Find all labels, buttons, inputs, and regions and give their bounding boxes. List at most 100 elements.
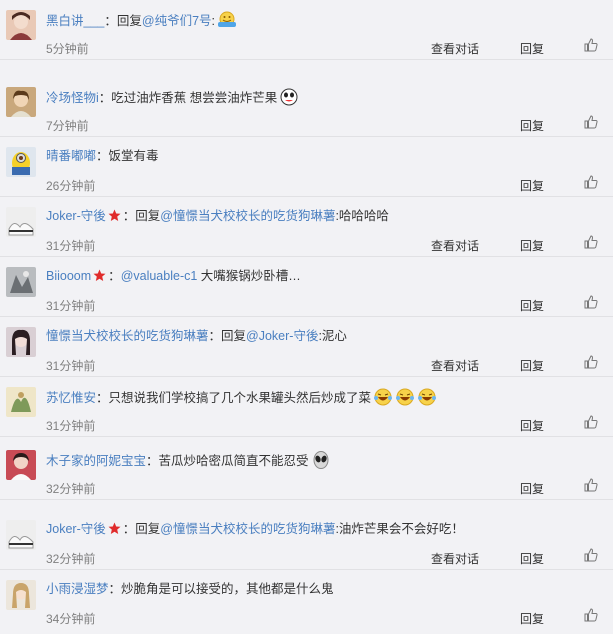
comment-body: ：苦瓜炒哈密瓜简直不能忍受 <box>146 454 309 468</box>
comment-body: ：吃过油炸香蕉 想尝尝油炸芒果 <box>98 91 278 105</box>
thumbs-up-icon[interactable] <box>584 235 598 249</box>
comment-item: Joker-守後 ：回复@憧憬当犬校校长的吃货狗琳薯:油炸芒果会不会好吃！ 32分… <box>0 510 613 570</box>
thumbs-up-icon[interactable] <box>584 355 598 369</box>
comment-item: 木子家的阿妮宝宝：苦瓜炒哈密瓜简直不能忍受 32分钟前 回复 <box>0 440 613 500</box>
comment-item: Joker-守後 ：回复@憧憬当犬校校长的吃货狗琳薯:哈哈哈哈 31分钟前 查看对… <box>0 197 613 257</box>
view-dialog-link[interactable]: 查看对话 <box>431 40 479 57</box>
mention-link[interactable]: @纯爷们7号 <box>142 14 212 28</box>
username-link[interactable]: 苏忆惟安 <box>46 391 96 405</box>
avatar[interactable] <box>6 387 36 417</box>
mention-link[interactable]: @Joker-守後 <box>246 329 318 343</box>
timestamp: 5分钟前 <box>46 42 89 56</box>
laugh-cry-emoji-icon <box>417 388 437 410</box>
avatar[interactable] <box>6 327 36 357</box>
comment-body: ：炒脆角是可以接受的，其他都是什么鬼 <box>108 582 334 596</box>
comment-text: 小雨浸湿梦：炒脆角是可以接受的，其他都是什么鬼 <box>46 581 603 597</box>
thumbs-up-icon[interactable] <box>584 548 598 562</box>
thumbs-up-icon[interactable] <box>584 38 598 52</box>
comment-text: 木子家的阿妮宝宝：苦瓜炒哈密瓜简直不能忍受 <box>46 451 603 473</box>
timestamp: 34分钟前 <box>46 612 96 626</box>
avatar[interactable] <box>6 87 36 117</box>
comment-text: 苏忆惟安：只想说我们学校搞了几个水果罐头然后炒成了菜 <box>46 388 603 410</box>
comment-body: ：饭堂有毒 <box>96 149 159 163</box>
username-link[interactable]: 晴番嘟嘟 <box>46 149 96 163</box>
star-icon <box>108 209 121 226</box>
thumbs-up-icon[interactable] <box>584 295 598 309</box>
username-link[interactable]: Joker-守後 <box>46 522 106 536</box>
comment-item: 小雨浸湿梦：炒脆角是可以接受的，其他都是什么鬼 34分钟前 回复 <box>0 570 613 630</box>
comment-text: 黑白讲___：回复@纯爷们7号: <box>46 11 603 33</box>
comment-item: 冷场怪物i：吃过油炸香蕉 想尝尝油炸芒果 7分钟前 回复 <box>0 77 613 137</box>
reply-prefix: ：回复 <box>122 209 161 223</box>
username-link[interactable]: Biiooom <box>46 269 91 283</box>
comment-body: 大嘴猴锅炒卧槽… <box>197 269 301 283</box>
reply-button[interactable]: 回复 <box>520 357 544 374</box>
reply-button[interactable]: 回复 <box>520 480 544 497</box>
comment-body: :哈哈哈哈 <box>335 209 389 223</box>
username-link[interactable]: 小雨浸湿梦 <box>46 582 109 596</box>
username-link[interactable]: 黑白讲___ <box>46 14 104 28</box>
reply-button[interactable]: 回复 <box>520 610 544 627</box>
comment-list: 黑白讲___：回复@纯爷们7号: 5分钟前 查看对话 回复 冷场怪物i：吃过油炸… <box>0 0 613 634</box>
avatar[interactable] <box>6 520 36 550</box>
timestamp: 31分钟前 <box>46 359 96 373</box>
comment-item: 苏忆惟安：只想说我们学校搞了几个水果罐头然后炒成了菜 31分钟前 回复 <box>0 377 613 437</box>
comment-body: :泥心 <box>318 329 347 343</box>
reply-button[interactable]: 回复 <box>520 417 544 434</box>
reply-prefix: ：回复 <box>104 14 142 28</box>
timestamp: 32分钟前 <box>46 482 96 496</box>
view-dialog-link[interactable]: 查看对话 <box>431 550 479 567</box>
avatar[interactable] <box>6 267 36 297</box>
username-link[interactable]: 木子家的阿妮宝宝 <box>46 454 146 468</box>
timestamp: 31分钟前 <box>46 239 96 253</box>
reply-prefix: ：回复 <box>208 329 247 343</box>
comment-text: Joker-守後 ：回复@憧憬当犬校校长的吃货狗琳薯:哈哈哈哈 <box>46 208 603 226</box>
laugh-cry-emoji-icon <box>395 388 415 410</box>
thumbs-up-icon[interactable] <box>584 415 598 429</box>
mention-link[interactable]: @憧憬当犬校校长的吃货狗琳薯 <box>160 522 335 536</box>
comment-body: ：只想说我们学校搞了几个水果罐头然后炒成了菜 <box>96 391 372 405</box>
reply-button[interactable]: 回复 <box>520 237 544 254</box>
comment-body: :油炸芒果会不会好吃！ <box>335 522 464 536</box>
alien-emoji-icon <box>311 451 331 473</box>
thumbs-up-icon[interactable] <box>584 115 598 129</box>
reply-button[interactable]: 回复 <box>520 177 544 194</box>
comment-item: 晴番嘟嘟：饭堂有毒 26分钟前 回复 <box>0 137 613 197</box>
star-icon <box>93 269 106 286</box>
avatar[interactable] <box>6 10 36 40</box>
avatar[interactable] <box>6 207 36 237</box>
thumbs-up-icon[interactable] <box>584 478 598 492</box>
view-dialog-link[interactable]: 查看对话 <box>431 357 479 374</box>
username-link[interactable]: 冷场怪物i <box>46 91 99 105</box>
comment-text: Biiooom ：@valuable-c1 大嘴猴锅炒卧槽… <box>46 268 603 286</box>
timestamp: 7分钟前 <box>46 119 89 133</box>
avatar[interactable] <box>6 580 36 610</box>
timestamp: 32分钟前 <box>46 552 96 566</box>
comment-text: 憧憬当犬校校长的吃货狗琳薯：回复@Joker-守後:泥心 <box>46 328 603 344</box>
reply-button[interactable]: 回复 <box>520 550 544 567</box>
hug-emoji-icon <box>217 11 237 33</box>
laugh-cry-emoji-icon <box>373 388 393 410</box>
view-dialog-link[interactable]: 查看对话 <box>431 237 479 254</box>
username-link[interactable]: 憧憬当犬校校长的吃货狗琳薯 <box>46 329 209 343</box>
reply-prefix: ：回复 <box>122 522 161 536</box>
comment-item: 憧憬当犬校校长的吃货狗琳薯：回复@Joker-守後:泥心 31分钟前 查看对话 … <box>0 317 613 377</box>
star-icon <box>108 522 121 539</box>
comment-text: 冷场怪物i：吃过油炸香蕉 想尝尝油炸芒果 <box>46 88 603 110</box>
reply-button[interactable]: 回复 <box>520 117 544 134</box>
timestamp: 31分钟前 <box>46 419 96 433</box>
avatar[interactable] <box>6 147 36 177</box>
username-link[interactable]: Joker-守後 <box>46 209 106 223</box>
timestamp: 26分钟前 <box>46 179 96 193</box>
mention-link[interactable]: @憧憬当犬校校长的吃货狗琳薯 <box>160 209 335 223</box>
avatar[interactable] <box>6 450 36 480</box>
mention-link[interactable]: @valuable-c1 <box>121 269 198 283</box>
thumbs-up-icon[interactable] <box>584 175 598 189</box>
thumbs-up-icon[interactable] <box>584 608 598 622</box>
comment-text: Joker-守後 ：回复@憧憬当犬校校长的吃货狗琳薯:油炸芒果会不会好吃！ <box>46 521 603 539</box>
reply-button[interactable]: 回复 <box>520 40 544 57</box>
comment-item: Biiooom ：@valuable-c1 大嘴猴锅炒卧槽… 31分钟前 回复 <box>0 257 613 317</box>
timestamp: 31分钟前 <box>46 299 96 313</box>
reply-button[interactable]: 回复 <box>520 297 544 314</box>
comment-body: : <box>211 14 216 28</box>
